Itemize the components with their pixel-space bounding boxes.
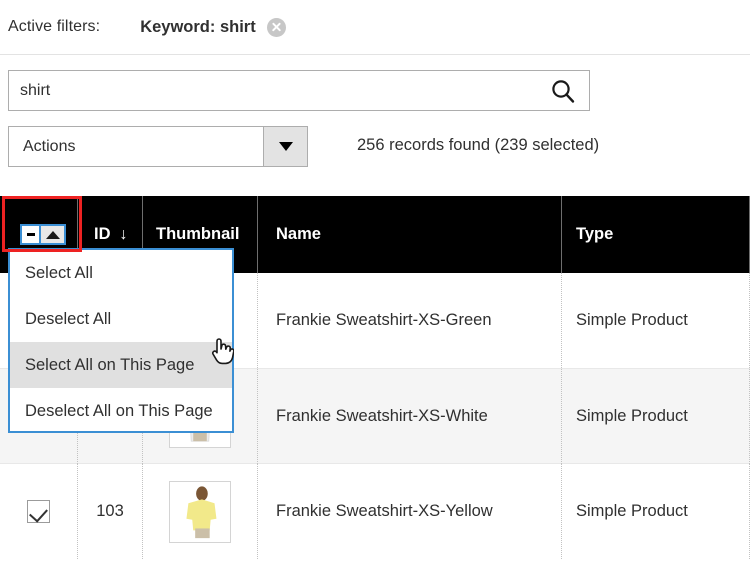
column-header-type[interactable]: Type: [562, 196, 750, 273]
row-name-cell: Frankie Sweatshirt-XS-Green: [258, 273, 562, 368]
row-id-cell: 103: [78, 464, 143, 559]
close-circle-icon[interactable]: [266, 17, 286, 37]
actions-dropdown[interactable]: Actions: [8, 126, 308, 167]
column-header-type-label: Type: [576, 225, 614, 243]
product-grid-page: Active filters: Keyword: shirt Actions 2…: [0, 0, 750, 563]
column-header-name[interactable]: Name: [258, 196, 562, 273]
sort-desc-icon: ↓: [119, 225, 128, 243]
row-type-cell: Simple Product: [562, 369, 750, 464]
records-found-text: 256 records found (239 selected): [357, 136, 600, 154]
search-icon: [549, 77, 577, 105]
table-row[interactable]: 103 Frankie Sweatshirt-XS-Yellow Simple …: [0, 463, 750, 559]
menu-item-select-all-on-this-page[interactable]: Select All on This Page: [10, 342, 232, 388]
row-name-cell: Frankie Sweatshirt-XS-Yellow: [258, 464, 562, 559]
chevron-down-icon: [278, 142, 293, 151]
row-type-cell: Simple Product: [562, 464, 750, 559]
menu-item-deselect-all-on-this-page[interactable]: Deselect All on This Page: [10, 388, 232, 434]
search-input[interactable]: [9, 81, 537, 100]
actions-arrow-button[interactable]: [263, 127, 307, 166]
row-name-cell: Frankie Sweatshirt-XS-White: [258, 369, 562, 464]
filter-chip-keyword: Keyword: shirt: [140, 17, 286, 37]
row-select-cell[interactable]: [0, 464, 78, 559]
column-header-id-label: ID: [94, 225, 111, 243]
menu-item-select-all[interactable]: Select All: [10, 250, 232, 296]
menu-item-deselect-all[interactable]: Deselect All: [10, 296, 232, 342]
select-all-dropdown-menu[interactable]: Select All Deselect All Select All on Th…: [8, 248, 234, 433]
row-thumbnail-cell: [143, 464, 258, 559]
row-checkbox[interactable]: [27, 500, 50, 523]
filter-chip-label: Keyword: shirt: [140, 17, 256, 36]
row-type-cell: Simple Product: [562, 273, 750, 368]
master-select-menu-toggle[interactable]: [41, 224, 66, 245]
caret-up-icon: [45, 230, 60, 239]
product-thumbnail-icon: [169, 480, 231, 543]
search-box[interactable]: [8, 70, 590, 111]
master-checkbox-indeterminate[interactable]: [20, 224, 41, 245]
search-button[interactable]: [537, 71, 589, 110]
actions-label: Actions: [23, 137, 76, 155]
column-header-name-label: Name: [276, 225, 321, 243]
master-select-control[interactable]: [20, 224, 66, 245]
active-filters-label: Active filters:: [8, 18, 101, 35]
dash-icon: [26, 233, 35, 236]
column-header-thumbnail-label: Thumbnail: [156, 225, 240, 243]
active-filters-bar: Active filters: Keyword: shirt: [0, 0, 750, 55]
